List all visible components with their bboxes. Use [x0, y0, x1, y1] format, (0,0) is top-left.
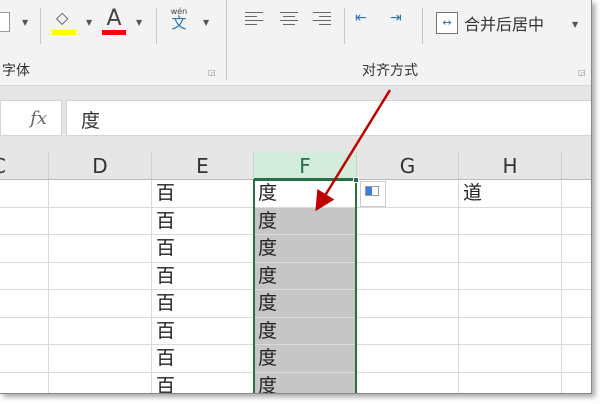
annotation-arrow [315, 89, 392, 212]
spreadsheet-window: ▼ ◇ ▼ A ▼ wén 文 ▼ 字体 ◲ ⇤ ⇥ ↔ 合并后居中 ▼ 对齐方… [0, 0, 592, 394]
